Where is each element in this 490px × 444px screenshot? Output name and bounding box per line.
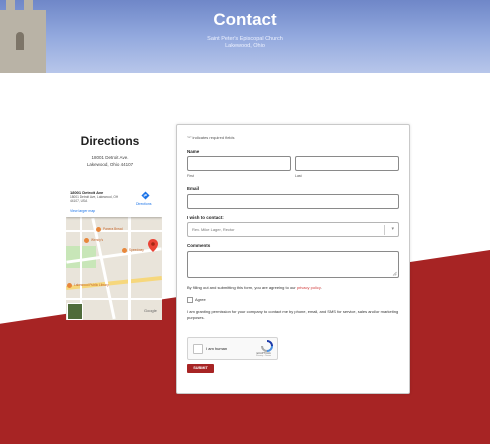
comments-textarea[interactable] (187, 251, 399, 278)
map-directions-link[interactable]: Directions (136, 202, 152, 206)
map-poi-1[interactable]: Panera Bread (103, 227, 123, 231)
satellite-toggle[interactable] (67, 303, 83, 320)
contact-select[interactable]: Rev. Mike Lager, Rector ▾ (187, 222, 399, 237)
directions-address-street: 18001 Detroit Ave. (91, 155, 129, 160)
resize-handle-icon[interactable] (392, 271, 397, 276)
directions-heading: Directions (80, 134, 140, 148)
agree-label: Agree (195, 297, 206, 302)
name-label: Name (187, 149, 200, 154)
first-sublabel: First (187, 174, 194, 178)
email-input[interactable] (187, 194, 399, 209)
page-title: Contact (213, 10, 277, 29)
comments-label: Comments (187, 243, 211, 248)
permission-text: I am granting permission for your compan… (187, 309, 399, 320)
header-banner: Contact Saint Peter's Episcopal Church L… (0, 0, 490, 73)
contact-selected-value: Rev. Mike Lager, Rector (192, 227, 235, 232)
map-pin-icon[interactable] (148, 239, 158, 252)
map-info-card: 18001 Detroit Ave 18001 Detroit Ave, Lak… (66, 186, 162, 217)
view-larger-map-link[interactable]: View larger map (70, 209, 95, 213)
chevron-down-icon: ▾ (391, 226, 394, 232)
recaptcha-widget: I am human reCAPTCHA Privacy - Terms (187, 337, 278, 360)
submit-button[interactable]: SUBMIT (187, 364, 214, 373)
privacy-policy-link[interactable]: privacy policy (297, 285, 321, 290)
recaptcha-checkbox[interactable] (193, 344, 203, 354)
directions-address-city: Lakewood, Ohio 44107 (86, 162, 134, 167)
contact-label: I wish to contact: (187, 215, 224, 220)
map-poi-2[interactable]: Wendy's (91, 238, 103, 242)
recaptcha-terms-link[interactable]: Privacy - Terms (256, 355, 271, 357)
map-poi-3[interactable]: Speedway (129, 248, 144, 252)
google-logo: Google (144, 308, 157, 313)
contact-form: "*" indicates required fields Name First… (176, 124, 410, 394)
email-label: Email (187, 186, 200, 191)
directions-icon[interactable] (141, 191, 150, 200)
map-poi-4[interactable]: Lakewood Public Library (74, 283, 109, 287)
map-place-address: 18001 Detroit Ave, Lakewood, OH 44107, U… (70, 195, 119, 203)
privacy-consent-text: By filling out and submitting this form,… (187, 285, 322, 290)
embedded-map[interactable]: Panera Bread Wendy's Speedway Lakewood P… (66, 186, 162, 320)
agree-checkbox[interactable] (187, 297, 193, 303)
recaptcha-label: I am human (206, 346, 228, 351)
page-subtitle-location: Lakewood, Ohio (225, 43, 265, 49)
recaptcha-icon (261, 340, 273, 352)
last-name-input[interactable] (295, 156, 399, 171)
last-sublabel: Last (295, 174, 302, 178)
required-fields-note: "*" indicates required fields (187, 135, 235, 140)
first-name-input[interactable] (187, 156, 291, 171)
page-subtitle-church: Saint Peter's Episcopal Church (207, 36, 283, 42)
